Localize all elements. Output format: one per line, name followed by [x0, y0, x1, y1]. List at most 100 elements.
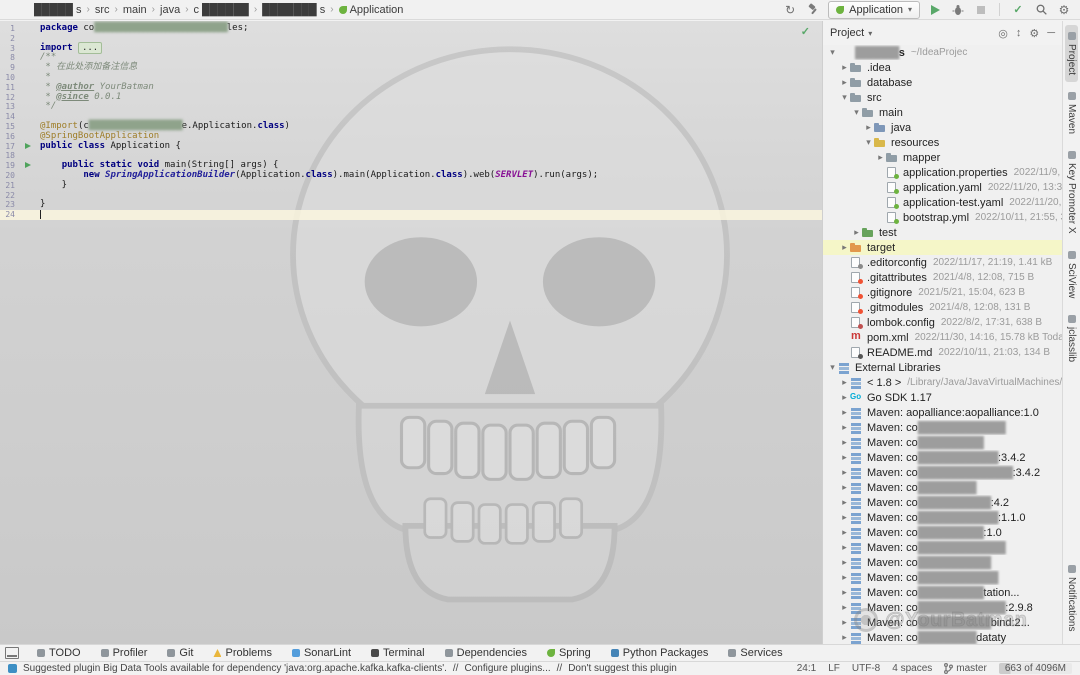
tool-window-button-git[interactable]: Git — [157, 645, 203, 661]
caret-position-widget[interactable]: 24:1 — [797, 663, 816, 674]
tool-window-button-terminal[interactable]: Terminal — [361, 645, 435, 661]
chevron-down-icon[interactable]: ▾ — [827, 47, 838, 58]
project-view-select[interactable]: Project ▾ — [830, 27, 872, 39]
tree-row-maven-library[interactable]: ▸Maven: co█████████:1.0 — [823, 525, 1062, 540]
locate-icon[interactable]: ◎ — [998, 27, 1008, 40]
tool-window-button-sonarlint[interactable]: SonarLint — [282, 645, 361, 661]
memory-indicator[interactable]: 663 of 4096M — [999, 663, 1072, 674]
tree-row-maven-library[interactable]: ▸Maven: co████████████ — [823, 420, 1062, 435]
chevron-right-icon[interactable]: ▸ — [851, 227, 862, 238]
tree-row-maven-library[interactable]: ▸Maven: co█████████████:3.4.2 — [823, 465, 1062, 480]
tool-window-button-problems[interactable]: Problems — [203, 645, 281, 661]
code-line[interactable]: 11 * @author YourBatman — [0, 83, 822, 93]
dont-suggest-link[interactable]: Don't suggest this plugin — [568, 663, 677, 674]
settings-gear-icon[interactable]: ⚙ — [1029, 27, 1039, 40]
chevron-right-icon[interactable]: ▸ — [839, 602, 850, 613]
settings-gear-icon[interactable]: ⚙ — [1056, 2, 1072, 18]
tool-window-button-profiler[interactable]: Profiler — [91, 645, 158, 661]
tree-row-maven-library[interactable]: ▸Maven: co███████████ — [823, 570, 1062, 585]
chevron-right-icon[interactable]: ▸ — [839, 437, 850, 448]
chevron-right-icon[interactable]: ▸ — [839, 407, 850, 418]
breadcrumb-item[interactable]: █████s — [34, 4, 81, 16]
chevron-down-icon[interactable]: ▾ — [851, 107, 862, 118]
tree-row-maven-library[interactable]: ▸Maven: co████████████:2.9.8 — [823, 600, 1062, 615]
chevron-down-icon[interactable]: ▾ — [827, 362, 838, 373]
configure-plugins-link[interactable]: Configure plugins... — [464, 663, 550, 674]
tool-window-button-services[interactable]: Services — [718, 645, 792, 661]
chevron-down-icon[interactable]: ▾ — [863, 137, 874, 148]
tree-row-maven-library[interactable]: ▸Maven: co██████████bind:2... — [823, 615, 1062, 630]
breadcrumb-item[interactable]: src — [95, 4, 110, 16]
breadcrumb-item[interactable]: java — [160, 4, 180, 16]
inspections-ok-widget[interactable]: ✓ — [801, 25, 810, 38]
dock-icon[interactable] — [5, 647, 19, 659]
chevron-right-icon[interactable]: ▸ — [875, 152, 886, 163]
chevron-right-icon[interactable]: ▸ — [839, 632, 850, 643]
encoding-widget[interactable]: UTF-8 — [852, 663, 880, 674]
tool-window-button-todo[interactable]: TODO — [27, 645, 91, 661]
tree-row-application-properties[interactable]: application.properties2022/11/9, 15:42, … — [823, 165, 1062, 180]
tree-row-mapper[interactable]: ▸mapper — [823, 150, 1062, 165]
run-button[interactable] — [927, 2, 943, 18]
breadcrumb-item[interactable]: c██████ — [194, 4, 249, 16]
code-line[interactable]: 15@Import(c█████████████████████e.Applic… — [0, 122, 822, 132]
tree-row-maven-library[interactable]: ▸Maven: co████████████ — [823, 540, 1062, 555]
git-branch-widget[interactable]: master — [944, 663, 987, 674]
project-root-row[interactable]: ▾██████s~/IdeaProjec — [823, 45, 1062, 60]
code-line[interactable]: 3import ... — [0, 44, 822, 54]
chevron-right-icon[interactable]: ▸ — [839, 392, 850, 403]
tool-window-button-spring[interactable]: Spring — [537, 645, 601, 661]
tree-row-maven-library[interactable]: ▸Maven: co████████ — [823, 480, 1062, 495]
build-hammer-icon[interactable] — [805, 2, 821, 18]
chevron-right-icon[interactable]: ▸ — [839, 242, 850, 253]
tree-row-bootstrap-yml[interactable]: bootstrap.yml2022/10/11, 21:55, 30 B — [823, 210, 1062, 225]
tree-row-readme[interactable]: README.md2022/10/11, 21:03, 134 B — [823, 345, 1062, 360]
tool-strip-maven[interactable]: Maven — [1065, 85, 1078, 141]
line-separator-widget[interactable]: LF — [828, 663, 840, 674]
tree-row-java[interactable]: ▸java — [823, 120, 1062, 135]
run-gutter-icon[interactable] — [25, 143, 31, 149]
tree-row-pom-xml[interactable]: pom.xml2022/11/30, 14:16, 15.78 kB Today… — [823, 330, 1062, 345]
chevron-right-icon[interactable]: ▸ — [839, 542, 850, 553]
tree-row-main[interactable]: ▾main — [823, 105, 1062, 120]
tool-strip-project[interactable]: Project — [1065, 25, 1078, 82]
code-line[interactable]: 23} — [0, 200, 822, 210]
chevron-right-icon[interactable]: ▸ — [839, 377, 850, 388]
code-line[interactable]: 20 new SpringApplicationBuilder(Applicat… — [0, 171, 822, 181]
tool-strip-sciview[interactable]: SciView — [1065, 244, 1078, 305]
tree-row-maven-library[interactable]: ▸Maven: co██████████:4.2 — [823, 495, 1062, 510]
chevron-down-icon[interactable]: ▾ — [839, 92, 850, 103]
tool-window-button-dependencies[interactable]: Dependencies — [435, 645, 537, 661]
tree-row-test[interactable]: ▸test — [823, 225, 1062, 240]
tree-row-maven-library[interactable]: ▸Maven: co███████████:3.4.2 — [823, 450, 1062, 465]
chevron-right-icon[interactable]: ▸ — [839, 572, 850, 583]
code-line[interactable]: 1package co█████████████████████████████… — [0, 24, 822, 34]
tree-row-application-test-yaml[interactable]: application-test.yaml2022/11/20, 23:37, … — [823, 195, 1062, 210]
tree-row-gitmodules[interactable]: .gitmodules2021/4/8, 12:08, 131 B — [823, 300, 1062, 315]
tree-row-src[interactable]: ▾src — [823, 90, 1062, 105]
code-line[interactable]: 17public class Application { — [0, 142, 822, 152]
code-line[interactable]: 9 * 在此处添加备注信息 — [0, 63, 822, 73]
commit-checkmark-icon[interactable]: ✓ — [1010, 2, 1026, 18]
tree-row-external-libraries[interactable]: ▾External Libraries — [823, 360, 1062, 375]
chevron-right-icon[interactable]: ▸ — [839, 587, 850, 598]
breadcrumb-item[interactable]: main — [123, 4, 147, 16]
code-line[interactable]: 2 — [0, 34, 822, 44]
chevron-right-icon[interactable]: ▸ — [863, 122, 874, 133]
breadcrumb-item[interactable]: Application — [339, 4, 404, 16]
tree-row-resources[interactable]: ▾resources — [823, 135, 1062, 150]
chevron-right-icon[interactable]: ▸ — [839, 527, 850, 538]
tree-row-maven-library[interactable]: ▸Maven: co███████████:1.1.0 — [823, 510, 1062, 525]
hide-panel-icon[interactable]: ─ — [1047, 27, 1055, 40]
chevron-right-icon[interactable]: ▸ — [839, 557, 850, 568]
tool-strip-jclasslib[interactable]: jclasslib — [1065, 308, 1078, 369]
indent-widget[interactable]: 4 spaces — [892, 663, 932, 674]
tree-row-target[interactable]: ▸target — [823, 240, 1062, 255]
chevron-right-icon[interactable]: ▸ — [839, 77, 850, 88]
chevron-right-icon[interactable]: ▸ — [839, 452, 850, 463]
stop-icon[interactable] — [973, 2, 989, 18]
tree-row-maven-aopalliance[interactable]: ▸Maven: aopalliance:aopalliance:1.0 — [823, 405, 1062, 420]
tree-row-editorconfig[interactable]: .editorconfig2022/11/17, 21:19, 1.41 kB — [823, 255, 1062, 270]
tree-row-idea[interactable]: ▸.idea — [823, 60, 1062, 75]
tool-strip-notifications[interactable]: Notifications — [1065, 558, 1078, 638]
